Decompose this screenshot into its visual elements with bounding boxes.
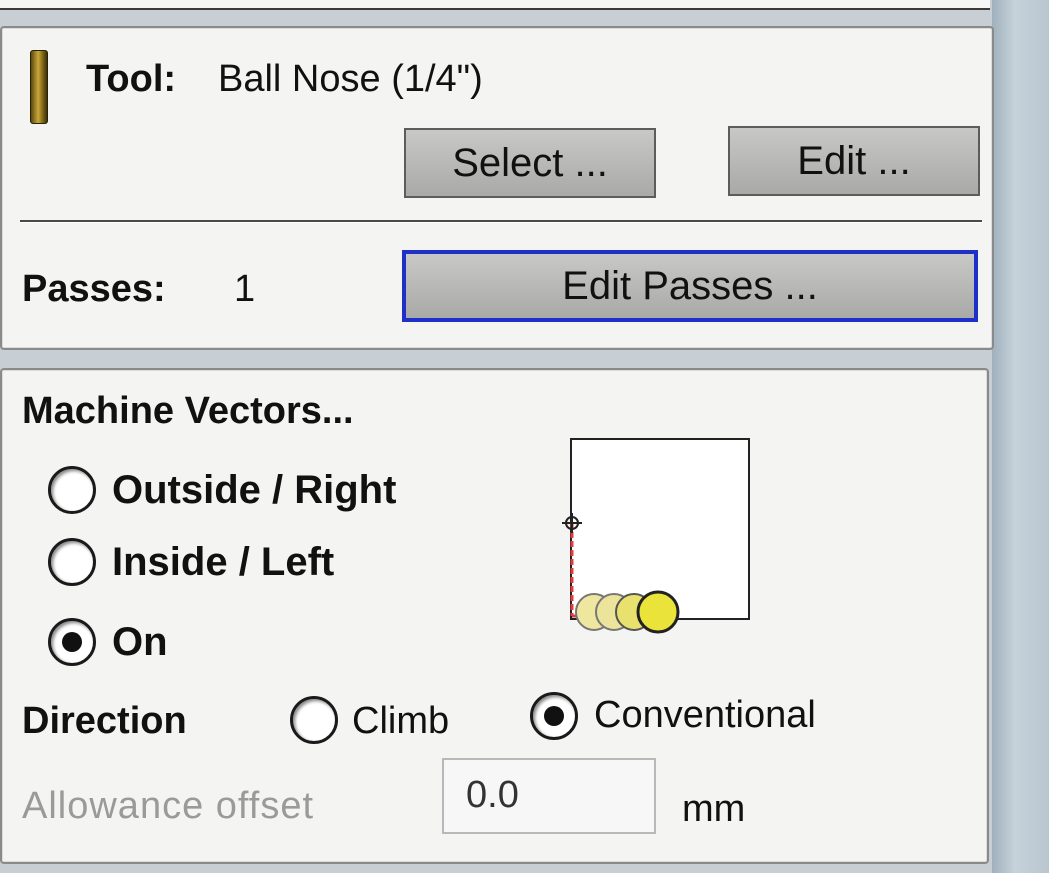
allowance-offset-input[interactable]: 0.0 (442, 758, 656, 834)
climb-label[interactable]: Climb (352, 700, 449, 743)
conventional-radio[interactable] (530, 692, 578, 740)
tool-color-icon (30, 50, 48, 124)
tool-name: Ball Nose (1/4") (218, 58, 483, 100)
select-tool-button[interactable]: Select ... (404, 128, 656, 198)
allowance-offset-label: Allowance offset (22, 785, 315, 827)
machine-vectors-title: Machine Vectors... (22, 390, 354, 432)
on-radio[interactable] (48, 618, 96, 666)
inside-left-label[interactable]: Inside / Left (112, 540, 334, 585)
tool-label: Tool: (86, 58, 177, 100)
climb-radio[interactable] (290, 696, 338, 744)
toolpath-preview (562, 438, 750, 634)
edit-passes-button[interactable]: Edit Passes ... (402, 250, 978, 322)
outside-right-label[interactable]: Outside / Right (112, 468, 396, 513)
allowance-unit-label: mm (682, 788, 746, 830)
on-label[interactable]: On (112, 620, 168, 665)
edit-tool-button[interactable]: Edit ... (728, 126, 980, 196)
passes-value: 1 (234, 268, 256, 310)
window-background (992, 0, 1049, 873)
machine-vectors-panel: Machine Vectors... Outside / Right Insid… (0, 368, 989, 864)
top-panel-edge (0, 0, 990, 10)
inside-left-radio[interactable] (48, 538, 96, 586)
toolpath-preview-graphic (562, 513, 680, 634)
tool-panel: Tool: Ball Nose (1/4") Select ... Edit .… (0, 26, 994, 350)
conventional-label[interactable]: Conventional (594, 694, 816, 737)
direction-label: Direction (22, 700, 187, 742)
passes-label: Passes: (22, 268, 166, 310)
outside-right-radio[interactable] (48, 466, 96, 514)
divider (20, 220, 982, 223)
